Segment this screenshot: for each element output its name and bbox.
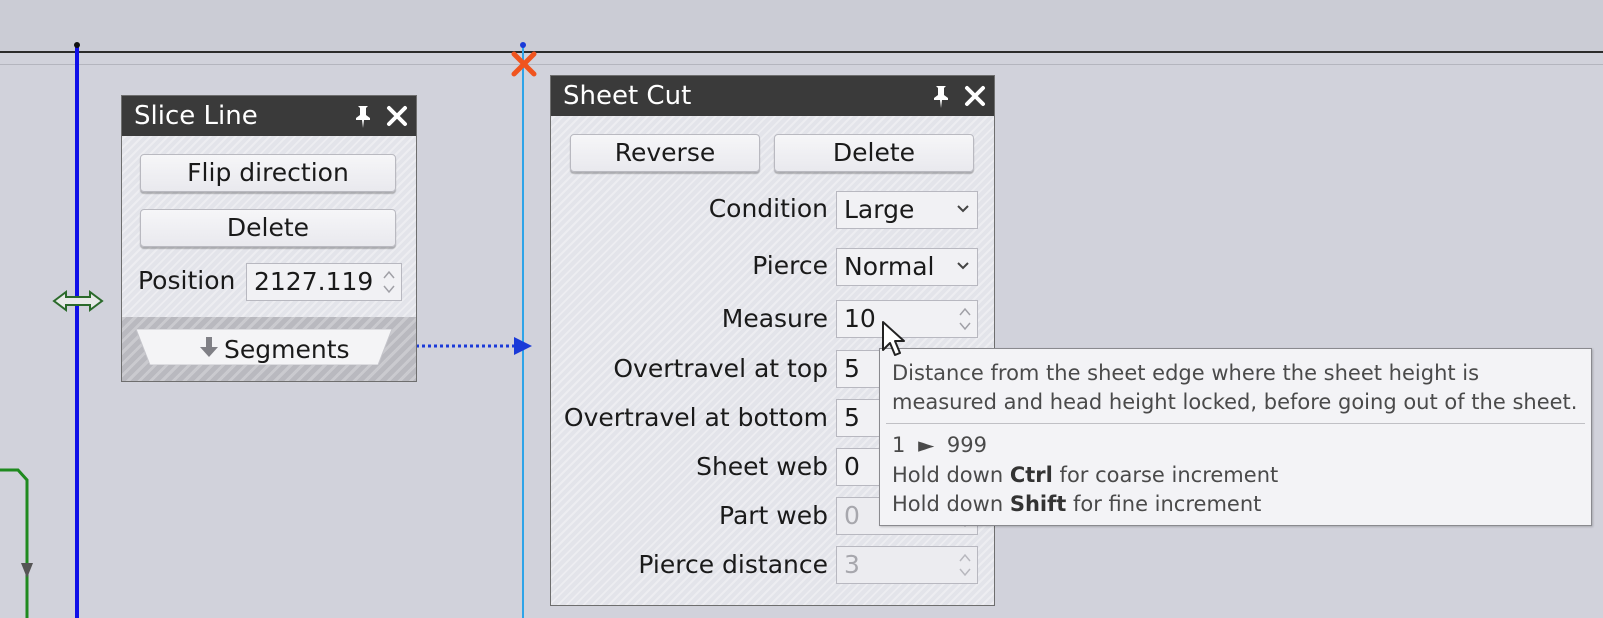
flip-direction-button[interactable]: Flip direction	[140, 154, 396, 192]
reverse-button[interactable]: Reverse	[570, 134, 760, 172]
close-icon[interactable]	[962, 82, 988, 110]
overtravel-bottom-label: Overtravel at bottom	[563, 403, 828, 432]
pierce-value: Normal	[844, 252, 935, 281]
mouse-cursor-icon	[882, 321, 905, 356]
pierce-distance-value: 3	[844, 550, 860, 579]
overtravel-top-value: 5	[844, 354, 860, 383]
slice-line-panel: Slice Line Flip direction Delete Positio…	[121, 95, 417, 382]
fine-key: Shift	[1009, 492, 1067, 516]
slice-line-endpoint	[74, 42, 80, 48]
measure-tooltip: Distance from the sheet edge where the s…	[879, 348, 1592, 526]
overtravel-top-label: Overtravel at top	[613, 354, 828, 383]
part-web-value: 0	[844, 501, 860, 530]
spin-arrows-icon[interactable]	[959, 551, 971, 579]
delete-cut-button[interactable]: Delete	[774, 134, 974, 172]
condition-select[interactable]: Large	[836, 191, 978, 229]
pierce-label: Pierce	[752, 251, 828, 280]
tooltip-coarse-hint: Hold down Ctrl for coarse increment	[892, 461, 1278, 490]
sheet-cut-panel-header[interactable]: Sheet Cut	[551, 76, 994, 116]
coarse-hint-suffix: for coarse increment	[1059, 463, 1279, 487]
tooltip-range: 1 ► 999	[892, 431, 987, 460]
measure-input[interactable]: 10	[836, 300, 978, 338]
coarse-hint-prefix: Hold down	[892, 463, 1004, 487]
sheet-offset-line	[0, 64, 1603, 65]
measure-value: 10	[844, 304, 876, 333]
delete-slice-button[interactable]: Delete	[140, 209, 396, 247]
pierce-distance-input[interactable]: 3	[836, 546, 978, 584]
tooltip-fine-hint: Hold down Shift for fine increment	[892, 490, 1261, 519]
part-web-label: Part web	[719, 501, 828, 530]
pin-icon[interactable]	[928, 82, 954, 110]
dropdown-chevron-icon[interactable]	[957, 204, 969, 214]
condition-value: Large	[844, 195, 915, 224]
position-input[interactable]: 2127.119	[246, 263, 402, 301]
segments-label[interactable]: Segments	[224, 335, 350, 364]
range-min: 1	[892, 433, 906, 457]
pierce-distance-label: Pierce distance	[638, 550, 828, 579]
range-arrow-icon: ►	[918, 433, 935, 457]
dropdown-chevron-icon[interactable]	[957, 261, 969, 271]
measure-label: Measure	[721, 304, 828, 333]
condition-label: Condition	[708, 194, 828, 223]
slice-line-title: Slice Line	[134, 101, 258, 131]
range-max: 999	[946, 433, 987, 457]
sheet-top-edge	[0, 51, 1603, 53]
tooltip-divider	[886, 423, 1585, 424]
sheet-cut-panel: Sheet Cut Reverse Delete Condition Large…	[550, 75, 995, 606]
canvas-top-band	[0, 0, 1603, 52]
cut-line-endpoint	[520, 42, 526, 48]
resize-arrow-icon[interactable]	[52, 289, 104, 313]
slice-line-panel-header[interactable]: Slice Line	[122, 96, 416, 136]
overtravel-bottom-value: 5	[844, 403, 860, 432]
fine-hint-suffix: for fine increment	[1072, 492, 1262, 516]
spin-arrows-icon[interactable]	[959, 305, 971, 333]
spin-arrows-icon[interactable]	[383, 268, 395, 296]
pin-icon[interactable]	[350, 102, 376, 130]
cut-marker-icon[interactable]	[510, 50, 538, 78]
part-contour	[0, 468, 33, 618]
sheet-cut-line[interactable]	[522, 45, 524, 618]
coarse-key: Ctrl	[1009, 463, 1053, 487]
tooltip-description: Distance from the sheet edge where the s…	[892, 361, 1578, 414]
position-value: 2127.119	[254, 267, 374, 296]
sheet-web-value: 0	[844, 452, 860, 481]
fine-hint-prefix: Hold down	[892, 492, 1004, 516]
position-label: Position	[138, 266, 236, 295]
sheet-web-label: Sheet web	[696, 452, 828, 481]
pierce-select[interactable]: Normal	[836, 248, 978, 286]
slice-line[interactable]	[75, 45, 79, 618]
close-icon[interactable]	[384, 102, 410, 130]
segments-section: Segments	[122, 317, 416, 381]
sheet-cut-title: Sheet Cut	[563, 81, 692, 111]
